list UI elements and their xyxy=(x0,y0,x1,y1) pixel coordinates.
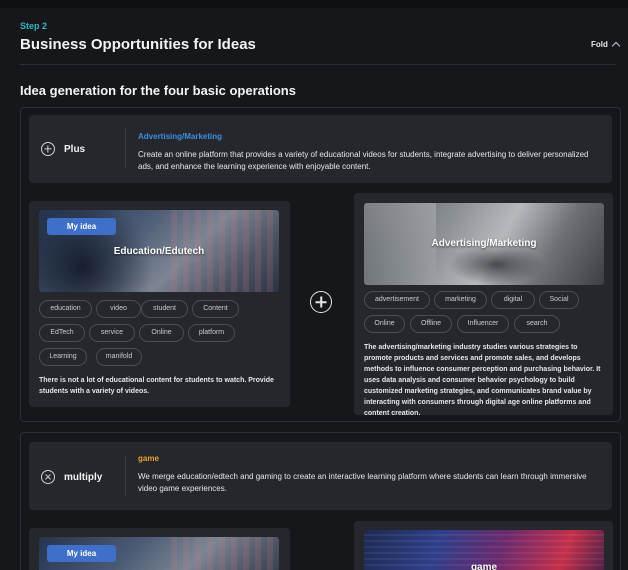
operation-divider xyxy=(125,129,126,169)
opportunity-title: Advertising/Marketing xyxy=(431,238,537,249)
operation-description: Create an online platform that provides … xyxy=(138,150,589,171)
idea-banner-image: My idea xyxy=(39,537,279,570)
header-divider xyxy=(20,64,616,65)
opportunity-card[interactable]: game xyxy=(354,521,613,570)
tag: platform xyxy=(188,324,235,342)
tag: marketing xyxy=(434,291,487,309)
tag: search xyxy=(514,315,560,333)
tag: Content xyxy=(192,300,239,318)
fold-label: Fold xyxy=(591,40,608,49)
operation-label: multiply xyxy=(64,472,103,483)
idea-banner-image: My idea Education/Edutech xyxy=(39,210,279,292)
tag: Online xyxy=(364,315,405,333)
tag: manifold xyxy=(96,348,142,366)
operation-summary-card: Plus Advertising/Marketing Create an onl… xyxy=(29,115,612,183)
operation-divider xyxy=(125,456,126,496)
tag: advertisement xyxy=(364,291,430,309)
times-circle-icon xyxy=(41,470,55,484)
tag: Learning xyxy=(39,348,87,366)
idea-description: There is not a lot of educational conten… xyxy=(39,377,274,395)
operation-description: We merge education/edtech and gaming to … xyxy=(138,472,587,493)
operation-label: Plus xyxy=(64,144,86,155)
my-idea-badge: My idea xyxy=(47,545,116,562)
top-bar xyxy=(0,0,628,8)
tag: EdTech xyxy=(39,324,85,342)
page-title: Business Opportunities for Ideas xyxy=(20,36,256,53)
operation-group-plus: Plus Advertising/Marketing Create an onl… xyxy=(20,107,621,422)
my-idea-card[interactable]: My idea xyxy=(29,528,290,570)
tag: education xyxy=(39,300,92,318)
opportunity-title: game xyxy=(470,562,498,570)
step-label: Step 2 xyxy=(20,21,48,31)
combine-plus-icon xyxy=(310,291,332,313)
opportunity-description: The advertising/marketing industry studi… xyxy=(364,344,601,417)
section-title: Idea generation for the four basic opera… xyxy=(20,83,296,98)
tag: Social xyxy=(539,291,579,309)
tag: Offline xyxy=(410,315,452,333)
idea-title: Education/Edutech xyxy=(113,246,205,257)
operation-summary-card: multiply game We merge education/edtech … xyxy=(29,442,612,510)
opportunity-banner-image: Advertising/Marketing xyxy=(364,203,604,285)
operation-group-multiply: multiply game We merge education/edtech … xyxy=(20,432,621,570)
tag: service xyxy=(89,324,135,342)
operation-category: Advertising/Marketing xyxy=(138,132,223,141)
tag: Online xyxy=(139,324,184,342)
tag: digital xyxy=(491,291,535,309)
tag: Influencer xyxy=(457,315,509,333)
my-idea-badge: My idea xyxy=(47,218,116,235)
plus-circle-icon xyxy=(41,142,55,156)
opportunity-card[interactable]: Advertising/Marketing advertisement mark… xyxy=(354,193,613,417)
tag: video xyxy=(96,300,141,318)
tag: student xyxy=(141,300,188,318)
opportunity-banner-image: game xyxy=(364,530,604,570)
operation-category: game xyxy=(138,454,159,463)
fold-button[interactable]: Fold xyxy=(591,40,621,51)
my-idea-card[interactable]: My idea Education/Edutech education vide… xyxy=(29,201,290,407)
chevron-up-icon xyxy=(611,41,621,51)
